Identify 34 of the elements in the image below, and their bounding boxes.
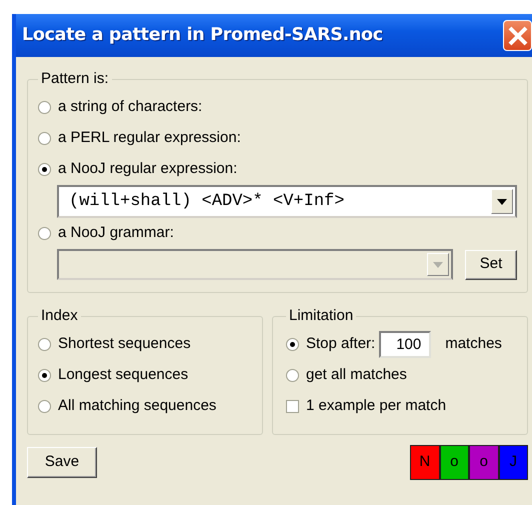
set-button[interactable]: Set [465,250,517,280]
group-label: Pattern is: [40,70,110,88]
radio-button[interactable] [38,369,51,382]
group-label: Index [40,307,79,325]
option-label[interactable]: All matching sequences [58,395,216,418]
checkbox[interactable] [286,400,299,413]
logo-letter: o [440,445,469,480]
window-title: Locate a pattern in Promed-SARS.noc [22,24,383,48]
option-label[interactable]: Stop after: [306,333,376,356]
radio-button[interactable] [38,227,51,240]
radio-button[interactable] [286,338,299,351]
close-icon [506,24,528,46]
logo-letter: o [469,445,498,480]
option-label[interactable]: a NooJ grammar: [58,222,174,245]
radio-button[interactable] [38,163,51,176]
group-label: Limitation [288,307,354,325]
option-label[interactable]: a NooJ regular expression: [58,158,238,181]
option-label[interactable]: get all matches [306,364,407,387]
save-button[interactable]: Save [27,447,97,478]
logo-letter: J [498,445,528,480]
option-label: matches [445,334,502,354]
radio-button[interactable] [38,400,51,413]
radio-button[interactable] [38,338,51,351]
count-field[interactable]: 100 [379,331,432,358]
option-label[interactable]: 1 example per match [306,395,446,418]
radio-button[interactable] [38,132,51,145]
radio-button[interactable] [286,369,299,382]
logo-letter: N [410,445,440,480]
option-label[interactable]: a PERL regular expression: [58,127,241,150]
radio-button[interactable] [38,101,51,114]
close-button[interactable] [503,20,532,51]
option-label[interactable]: a string of characters: [58,96,202,119]
option-label[interactable]: Shortest sequences [58,333,191,356]
option-label[interactable]: Longest sequences [58,364,188,387]
